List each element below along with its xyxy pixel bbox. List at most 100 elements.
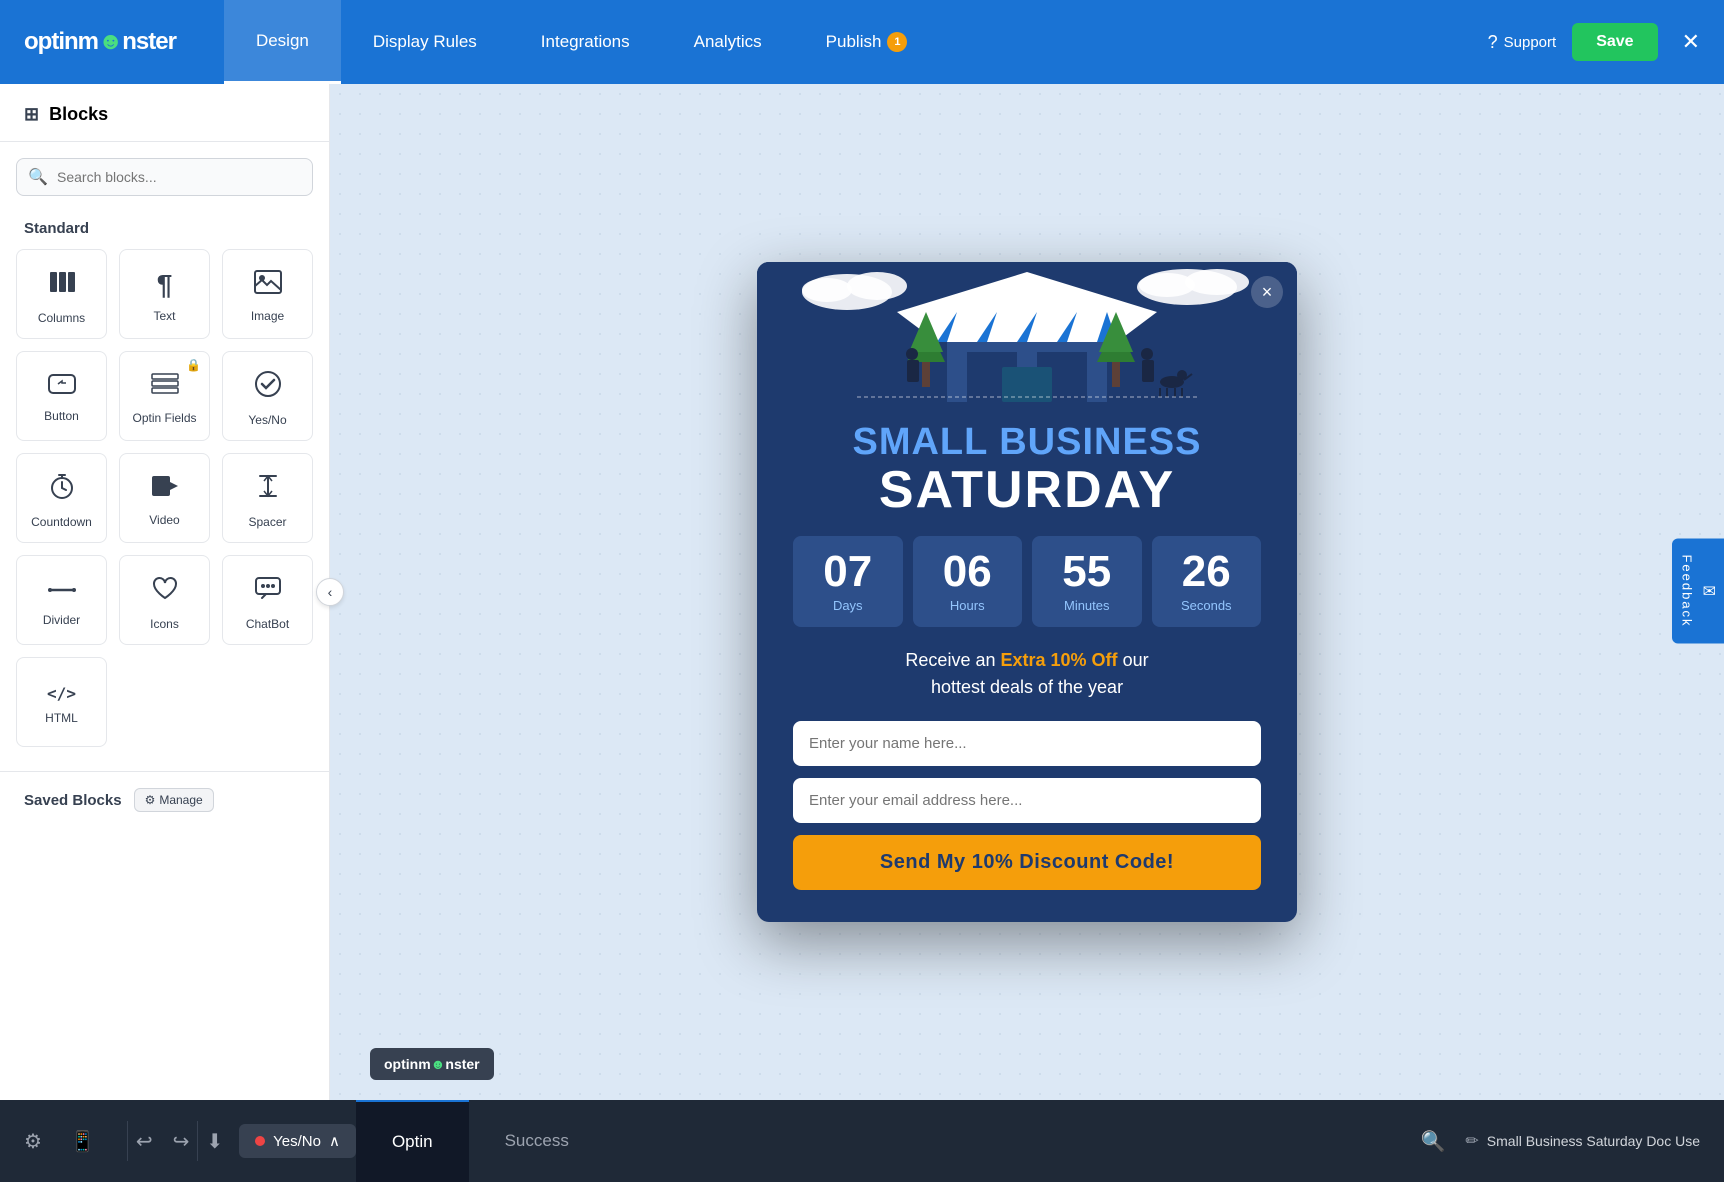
email-input[interactable]: [793, 778, 1261, 823]
feedback-tab[interactable]: ✉ Feedback: [1672, 538, 1724, 643]
countdown-hours-unit: Hours: [921, 598, 1015, 613]
block-item-chatbot[interactable]: ChatBot: [222, 555, 313, 645]
popup-illustration: [757, 262, 1297, 402]
support-button[interactable]: ? Support: [1488, 32, 1557, 53]
block-label-columns: Columns: [38, 311, 85, 325]
search-input[interactable]: [16, 158, 313, 196]
manage-button[interactable]: ⚙ Manage: [134, 788, 214, 812]
block-item-image[interactable]: Image: [222, 249, 313, 339]
popup-body: SMALL BUSINESS SATURDAY 07 Days 06 Hours…: [757, 402, 1297, 922]
nav-tab-integrations[interactable]: Integrations: [509, 0, 662, 84]
blocks-icon: ⊞: [24, 104, 39, 125]
block-label-optin-fields: Optin Fields: [132, 411, 196, 425]
countdown-minutes-unit: Minutes: [1040, 598, 1134, 613]
settings-icon[interactable]: ⚙: [24, 1129, 42, 1154]
popup-close-button[interactable]: ×: [1251, 276, 1283, 308]
import-icon[interactable]: ⬇: [206, 1129, 223, 1154]
search-box: 🔍: [16, 158, 313, 196]
countdown-minutes: 55 Minutes: [1032, 536, 1142, 627]
close-button[interactable]: ✕: [1682, 29, 1700, 55]
block-item-button[interactable]: Button: [16, 351, 107, 441]
block-item-text[interactable]: ¶ Text: [119, 249, 210, 339]
cta-button[interactable]: Send My 10% Discount Code!: [793, 835, 1261, 890]
tab-optin[interactable]: Optin: [356, 1100, 469, 1182]
nav-tabs: Design Display Rules Integrations Analyt…: [224, 0, 1488, 84]
block-item-columns[interactable]: Columns: [16, 249, 107, 339]
countdown-days: 07 Days: [793, 536, 903, 627]
block-label-chatbot: ChatBot: [246, 617, 289, 631]
sidebar: ⊞ Blocks 🔍 Standard Columns ¶ Text: [0, 84, 330, 1100]
block-item-icons[interactable]: Icons: [119, 555, 210, 645]
popup-description: Receive an Extra 10% Off ourhottest deal…: [793, 647, 1261, 701]
block-item-yes-no[interactable]: Yes/No: [222, 351, 313, 441]
redo-icon[interactable]: ↪: [173, 1129, 190, 1154]
watermark: optinm☻nster: [370, 1048, 494, 1080]
gear-icon: ⚙: [145, 793, 156, 807]
image-icon: [254, 270, 282, 301]
collapse-sidebar-button[interactable]: ‹: [316, 578, 344, 606]
popup: ×: [757, 262, 1297, 922]
bottom-right: 🔍 ✏ Small Business Saturday Doc Use: [1420, 1129, 1700, 1154]
top-nav: optinm☻nster Design Display Rules Integr…: [0, 0, 1724, 84]
icons-icon: [151, 574, 179, 609]
save-button[interactable]: Save: [1572, 23, 1657, 61]
block-label-image: Image: [251, 309, 284, 323]
columns-icon: [48, 268, 76, 303]
block-item-optin-fields[interactable]: 🔒 Optin Fields: [119, 351, 210, 441]
popup-title: SMALL BUSINESS SATURDAY: [793, 422, 1261, 516]
chatbot-icon: [254, 574, 282, 609]
block-label-html: HTML: [45, 711, 78, 725]
sidebar-header: ⊞ Blocks: [0, 84, 329, 142]
nav-right: ? Support Save ✕: [1488, 23, 1700, 61]
doc-label: ✏ Small Business Saturday Doc Use: [1465, 1131, 1700, 1151]
yes-no-icon: [254, 370, 282, 405]
block-item-spacer[interactable]: Spacer: [222, 453, 313, 543]
feedback-label: Feedback: [1680, 554, 1695, 627]
block-label-video: Video: [149, 513, 179, 527]
yes-no-toggle-label: Yes/No: [273, 1133, 321, 1150]
mobile-icon[interactable]: 📱: [70, 1129, 95, 1154]
publish-badge: 1: [887, 32, 907, 52]
countdown-icon: [48, 472, 76, 507]
name-input[interactable]: [793, 721, 1261, 766]
nav-tab-display-rules[interactable]: Display Rules: [341, 0, 509, 84]
popup-title-line2: SATURDAY: [793, 464, 1261, 516]
saved-blocks-label: Saved Blocks: [24, 792, 122, 809]
video-icon: [151, 474, 179, 505]
button-icon: [48, 373, 76, 401]
countdown-seconds-num: 26: [1160, 550, 1254, 594]
nav-tab-design[interactable]: Design: [224, 0, 341, 84]
blocks-grid: Columns ¶ Text Image Button: [0, 249, 329, 763]
search-bottom-icon[interactable]: 🔍: [1420, 1129, 1445, 1154]
block-label-divider: Divider: [43, 613, 80, 627]
sidebar-title: Blocks: [49, 104, 108, 125]
bottom-tools: ⚙ 📱: [24, 1129, 95, 1154]
nav-tab-analytics[interactable]: Analytics: [662, 0, 794, 84]
block-item-divider[interactable]: Divider: [16, 555, 107, 645]
yes-no-toggle[interactable]: Yes/No ∧: [239, 1124, 356, 1158]
bottom-bar: ⚙ 📱 ↩ ↪ ⬇ Yes/No ∧ Optin Success 🔍 ✏ Sma…: [0, 1100, 1724, 1182]
logo: optinm☻nster: [24, 28, 176, 56]
nav-tab-publish[interactable]: Publish 1: [794, 0, 940, 84]
block-label-button: Button: [44, 409, 79, 423]
optin-fields-icon: [151, 372, 179, 403]
undo-redo: ↩ ↪: [136, 1129, 190, 1154]
canvas: ×: [330, 84, 1724, 1100]
block-item-video[interactable]: Video: [119, 453, 210, 543]
block-label-text: Text: [153, 309, 175, 323]
doc-name: Small Business Saturday Doc Use: [1487, 1133, 1700, 1149]
edit-icon: ✏: [1465, 1131, 1478, 1151]
block-item-html[interactable]: </> HTML: [16, 657, 107, 747]
text-icon: ¶: [157, 269, 173, 301]
main-layout: ⊞ Blocks 🔍 Standard Columns ¶ Text: [0, 84, 1724, 1100]
spacer-icon: [254, 472, 282, 507]
tab-success[interactable]: Success: [469, 1100, 605, 1182]
countdown-days-unit: Days: [801, 598, 895, 613]
block-label-countdown: Countdown: [31, 515, 92, 529]
watermark-text: optinm☻nster: [384, 1056, 480, 1072]
block-item-countdown[interactable]: Countdown: [16, 453, 107, 543]
search-icon: 🔍: [28, 167, 48, 187]
html-icon: </>: [47, 684, 76, 703]
undo-icon[interactable]: ↩: [136, 1129, 153, 1154]
countdown-hours: 06 Hours: [913, 536, 1023, 627]
